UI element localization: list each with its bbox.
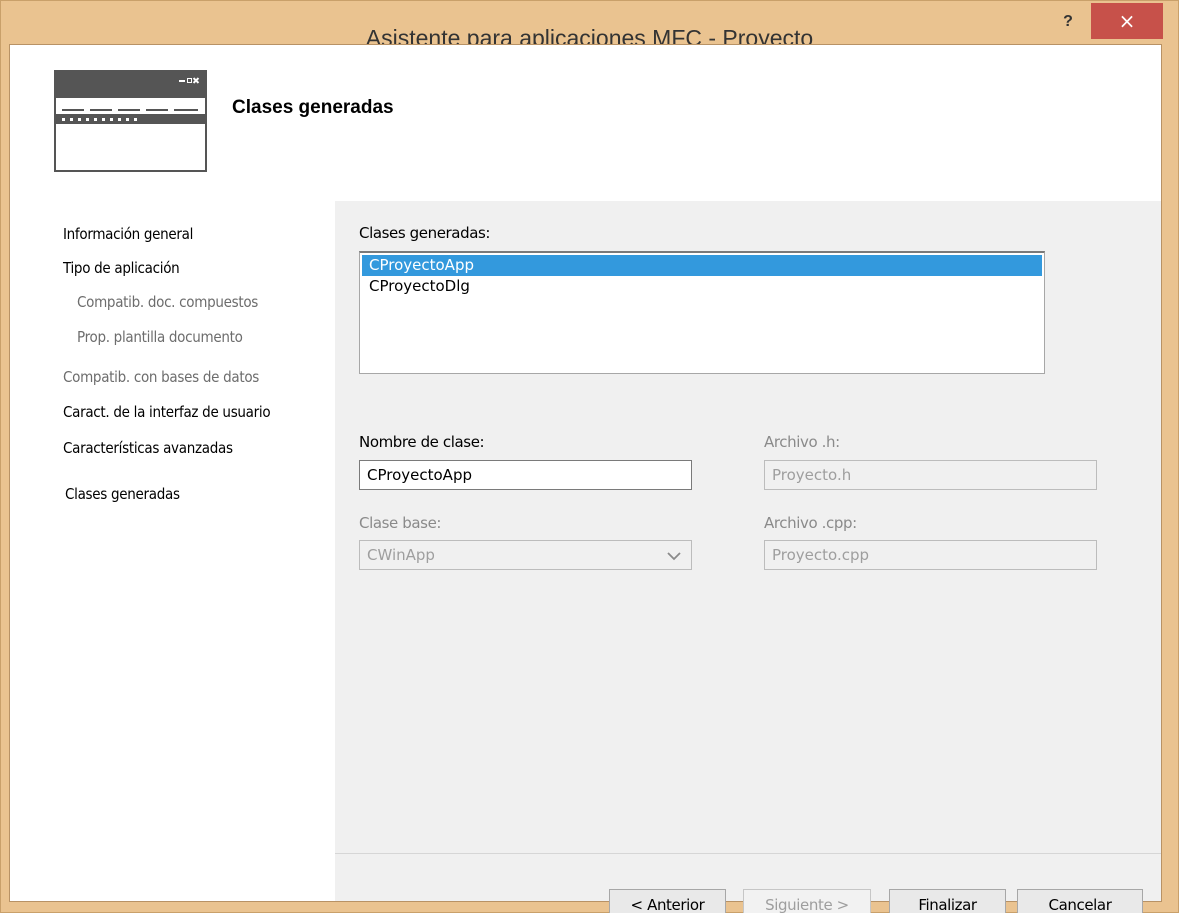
sidebar-item-interfaz-usuario[interactable]: Caract. de la interfaz de usuario bbox=[63, 403, 271, 421]
sidebar-item-informacion-general[interactable]: Información general bbox=[63, 225, 193, 243]
cpp-file-field: Proyecto.cpp bbox=[764, 540, 1097, 570]
wizard-main-panel: Clases generadas: CProyectoApp CProyecto… bbox=[335, 201, 1161, 913]
cancel-button[interactable]: Cancelar bbox=[1017, 889, 1143, 913]
button-separator bbox=[335, 853, 1161, 854]
wizard-header: Clases generadas bbox=[10, 45, 1161, 201]
class-name-label: Nombre de clase: bbox=[359, 433, 485, 451]
base-class-combo: CWinApp bbox=[359, 540, 692, 570]
back-button[interactable]: < Anterior bbox=[609, 889, 726, 913]
classes-listbox[interactable]: CProyectoApp CProyectoDlg bbox=[359, 251, 1045, 374]
list-item-cproyectodlg[interactable]: CProyectoDlg bbox=[362, 276, 1042, 297]
wizard-window: Asistente para aplicaciones MFC - Proyec… bbox=[0, 0, 1179, 913]
page-title: Clases generadas bbox=[232, 97, 394, 118]
base-class-label: Clase base: bbox=[359, 514, 442, 532]
sidebar-item-compatib-bases-datos: Compatib. con bases de datos bbox=[63, 368, 260, 386]
sidebar-item-prop-plantilla-documento: Prop. plantilla documento bbox=[77, 328, 243, 346]
base-class-value: CWinApp bbox=[367, 546, 435, 564]
next-button: Siguiente > bbox=[743, 889, 871, 913]
cpp-file-label: Archivo .cpp: bbox=[764, 514, 857, 532]
chevron-down-icon bbox=[667, 552, 681, 561]
sidebar-item-caracteristicas-avanzadas[interactable]: Características avanzadas bbox=[63, 439, 233, 457]
sidebar-item-clases-generadas[interactable]: Clases generadas bbox=[65, 485, 180, 503]
window-icon bbox=[54, 70, 207, 172]
class-name-field[interactable]: CProyectoApp bbox=[359, 460, 692, 490]
classes-list-label: Clases generadas: bbox=[359, 224, 491, 242]
list-item-cproyectoapp[interactable]: CProyectoApp bbox=[362, 255, 1042, 276]
h-file-field: Proyecto.h bbox=[764, 460, 1097, 490]
h-file-label: Archivo .h: bbox=[764, 433, 840, 451]
close-button[interactable]: × bbox=[1091, 3, 1163, 39]
help-button[interactable]: ? bbox=[1053, 11, 1083, 33]
sidebar-item-tipo-aplicacion[interactable]: Tipo de aplicación bbox=[63, 259, 180, 277]
wizard-sidebar: Información general Tipo de aplicación C… bbox=[10, 201, 335, 901]
sidebar-item-compatib-doc-compuestos: Compatib. doc. compuestos bbox=[77, 293, 259, 311]
wizard-client-area: Clases generadas Información general Tip… bbox=[9, 44, 1162, 913]
finish-button[interactable]: Finalizar bbox=[889, 889, 1006, 913]
